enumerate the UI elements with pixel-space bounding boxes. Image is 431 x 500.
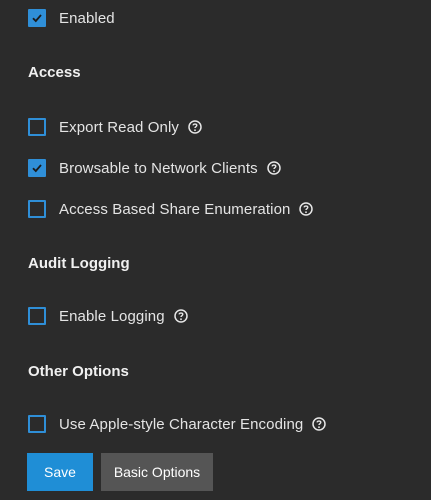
help-icon[interactable] [188,120,202,134]
apple-encoding-option[interactable]: Use Apple-style Character Encoding [28,413,327,435]
browsable-label: Browsable to Network Clients [59,159,258,177]
section-title-other-options: Other Options [28,363,129,380]
browsable-checkbox[interactable] [28,159,46,177]
section-title-access: Access [28,64,81,81]
section-title-audit-logging: Audit Logging [28,255,130,272]
checkmark-icon [32,164,42,173]
help-icon[interactable] [173,309,188,323]
browsable-option[interactable]: Browsable to Network Clients [28,157,281,179]
enabled-checkbox[interactable] [28,9,46,27]
help-icon[interactable] [312,417,327,431]
export-read-only-checkbox[interactable] [28,118,46,136]
abse-option[interactable]: Access Based Share Enumeration [28,198,314,220]
export-read-only-label: Export Read Only [59,118,179,136]
abse-label: Access Based Share Enumeration [59,200,291,218]
save-button[interactable]: Save [27,453,93,491]
abse-checkbox[interactable] [28,200,46,218]
help-icon[interactable] [299,202,314,216]
basic-options-button[interactable]: Basic Options [101,453,213,491]
apple-encoding-label: Use Apple-style Character Encoding [59,415,304,433]
enabled-option[interactable]: Enabled [28,7,115,29]
apple-encoding-checkbox[interactable] [28,415,46,433]
enable-logging-option[interactable]: Enable Logging [28,305,188,327]
checkmark-icon [32,14,42,23]
help-icon[interactable] [266,161,281,175]
export-read-only-option[interactable]: Export Read Only [28,116,202,138]
enable-logging-label: Enable Logging [59,307,165,325]
enable-logging-checkbox[interactable] [28,307,46,325]
enabled-label: Enabled [59,9,115,27]
